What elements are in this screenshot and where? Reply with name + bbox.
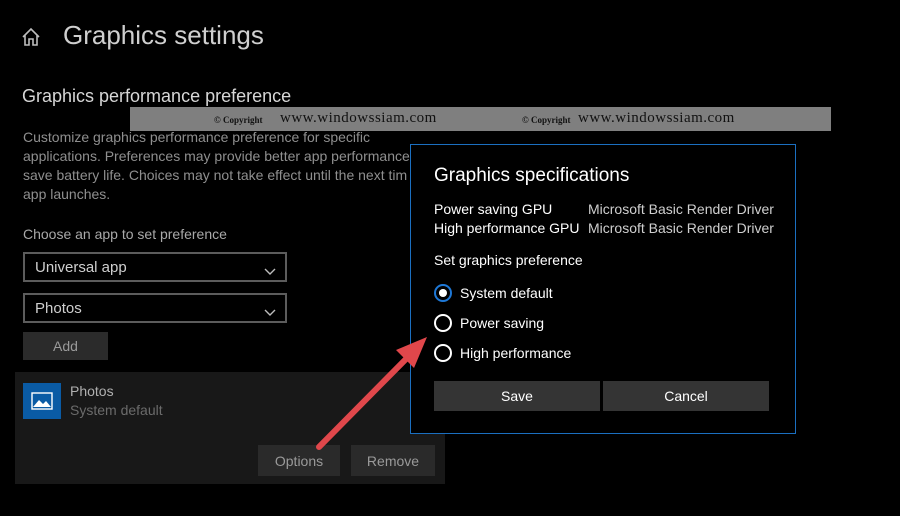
app-value: Photos xyxy=(35,299,82,317)
radio-label[interactable]: Power saving xyxy=(460,315,544,331)
options-button[interactable]: Options xyxy=(258,445,340,476)
page-title: Graphics settings xyxy=(63,20,264,50)
chevron-down-icon xyxy=(264,263,276,275)
app-dropdown[interactable]: Photos xyxy=(23,293,287,323)
remove-button[interactable]: Remove xyxy=(351,445,435,476)
image-icon xyxy=(23,383,61,419)
watermark-site: www.windowssiam.com xyxy=(280,110,437,126)
description-line: app launches. xyxy=(23,186,111,202)
add-button[interactable]: Add xyxy=(23,332,108,360)
choose-app-label: Choose an app to set preference xyxy=(23,226,227,242)
cancel-button[interactable]: Cancel xyxy=(603,381,769,411)
radio-label[interactable]: High performance xyxy=(460,345,571,361)
radio-high-performance[interactable] xyxy=(434,344,452,362)
spec-value: Microsoft Basic Render Driver xyxy=(588,220,774,236)
app-type-dropdown[interactable]: Universal app xyxy=(23,252,287,282)
home-icon[interactable] xyxy=(20,26,42,48)
description-line: applications. Preferences may provide be… xyxy=(23,148,410,164)
watermark-site: www.windowssiam.com xyxy=(578,110,735,126)
spec-value: Microsoft Basic Render Driver xyxy=(588,201,774,217)
chevron-down-icon xyxy=(264,304,276,316)
watermark-bar: © Copyright www.windowssiam.com © Copyri… xyxy=(130,107,831,131)
app-name: Photos xyxy=(70,383,114,399)
description-line: save battery life. Choices may not take … xyxy=(23,167,408,183)
save-button[interactable]: Save xyxy=(434,381,600,411)
watermark-copyright: © Copyright xyxy=(214,115,263,125)
section-title: Graphics performance preference xyxy=(22,86,292,106)
app-preference: System default xyxy=(70,402,163,418)
dialog-title: Graphics specifications xyxy=(434,165,630,186)
radio-label[interactable]: System default xyxy=(460,285,553,301)
spec-label: High performance GPU xyxy=(434,220,580,236)
app-type-value: Universal app xyxy=(35,258,127,276)
preference-label: Set graphics preference xyxy=(434,252,583,268)
watermark-copyright: © Copyright xyxy=(522,115,571,125)
radio-system-default[interactable] xyxy=(434,284,452,302)
radio-power-saving[interactable] xyxy=(434,314,452,332)
spec-label: Power saving GPU xyxy=(434,201,553,217)
section-description: Customize graphics performance preferenc… xyxy=(23,128,418,204)
